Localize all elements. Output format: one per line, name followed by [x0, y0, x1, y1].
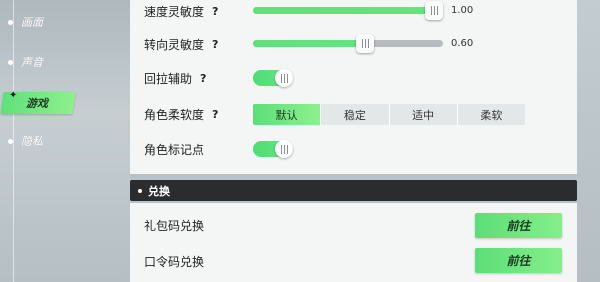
- pullback-assist-toggle[interactable]: [253, 69, 293, 87]
- grip-icon: [430, 6, 438, 15]
- speed-sensitivity-label: 速度灵敏度: [144, 4, 205, 19]
- turn-sensitivity-row: 转向灵敏度 ?: [144, 34, 218, 54]
- sidebar-item-label-active: 游戏: [26, 97, 48, 110]
- grip-icon: [280, 144, 288, 154]
- bullet-icon: [8, 19, 13, 25]
- slider-fill: [253, 40, 365, 47]
- turn-sensitivity-label: 转向灵敏度: [144, 37, 205, 52]
- star-icon: ✦: [9, 90, 18, 101]
- softness-option-stable[interactable]: 稳定: [321, 104, 390, 125]
- character-softness-label: 角色柔软度: [144, 107, 205, 122]
- gift-code-go-button[interactable]: 前往: [475, 213, 562, 238]
- help-icon[interactable]: ?: [212, 5, 218, 18]
- speed-sensitivity-slider[interactable]: [253, 1, 443, 20]
- exchange-section-header: 兑换: [130, 180, 577, 201]
- sidebar-item-label: 隐私: [21, 135, 43, 148]
- softness-option-default[interactable]: 默认: [253, 104, 322, 125]
- settings-panel: 速度灵敏度 ? 1.00 转向灵敏度 ? 0.60 回拉辅助 ? 角色柔软度 ?…: [130, 0, 577, 174]
- pullback-assist-row: 回拉辅助 ?: [144, 68, 206, 88]
- turn-sensitivity-slider[interactable]: [253, 34, 443, 53]
- password-code-go-button[interactable]: 前往: [475, 248, 562, 273]
- help-icon[interactable]: ?: [212, 108, 218, 121]
- speed-sensitivity-row: 速度灵敏度 ?: [144, 1, 218, 21]
- sidebar-item-sound[interactable]: 声音: [8, 52, 43, 72]
- character-softness-selector: 默认 稳定 适中 柔软: [253, 104, 525, 125]
- exchange-section-title: 兑换: [148, 184, 170, 198]
- toggle-knob: [275, 140, 293, 158]
- sidebar-item-label: 画面: [21, 16, 43, 29]
- character-marker-row: 角色标记点: [144, 139, 204, 159]
- softness-option-soft[interactable]: 柔软: [458, 104, 525, 125]
- bullet-icon: [8, 138, 13, 144]
- bullet-icon: [138, 188, 142, 193]
- password-code-label: 口令码兑换: [144, 255, 205, 269]
- sidebar-item-label: 声音: [21, 56, 43, 69]
- slider-fill: [253, 7, 434, 14]
- speed-sensitivity-value: 1.00: [451, 5, 474, 16]
- slider-handle[interactable]: [425, 1, 443, 20]
- bullet-icon: [8, 59, 13, 65]
- character-marker-toggle[interactable]: [253, 140, 293, 158]
- help-icon[interactable]: ?: [200, 72, 206, 85]
- help-icon[interactable]: ?: [212, 38, 218, 51]
- slider-handle[interactable]: [356, 34, 374, 53]
- grip-icon: [361, 39, 369, 48]
- pullback-assist-label: 回拉辅助: [144, 71, 193, 86]
- toggle-knob: [275, 69, 293, 87]
- grip-icon: [280, 73, 288, 83]
- gift-code-label: 礼包码兑换: [144, 219, 205, 233]
- exchange-panel: 礼包码兑换 前往 口令码兑换 前往: [130, 203, 577, 282]
- sidebar-item-display[interactable]: 画面: [8, 12, 43, 32]
- softness-option-moderate[interactable]: 适中: [390, 104, 458, 125]
- background-edge: [577, 0, 600, 282]
- turn-sensitivity-value: 0.60: [451, 38, 474, 49]
- character-softness-row: 角色柔软度 ?: [144, 104, 218, 124]
- character-marker-label: 角色标记点: [144, 142, 205, 157]
- sidebar-item-privacy[interactable]: 隐私: [8, 131, 43, 151]
